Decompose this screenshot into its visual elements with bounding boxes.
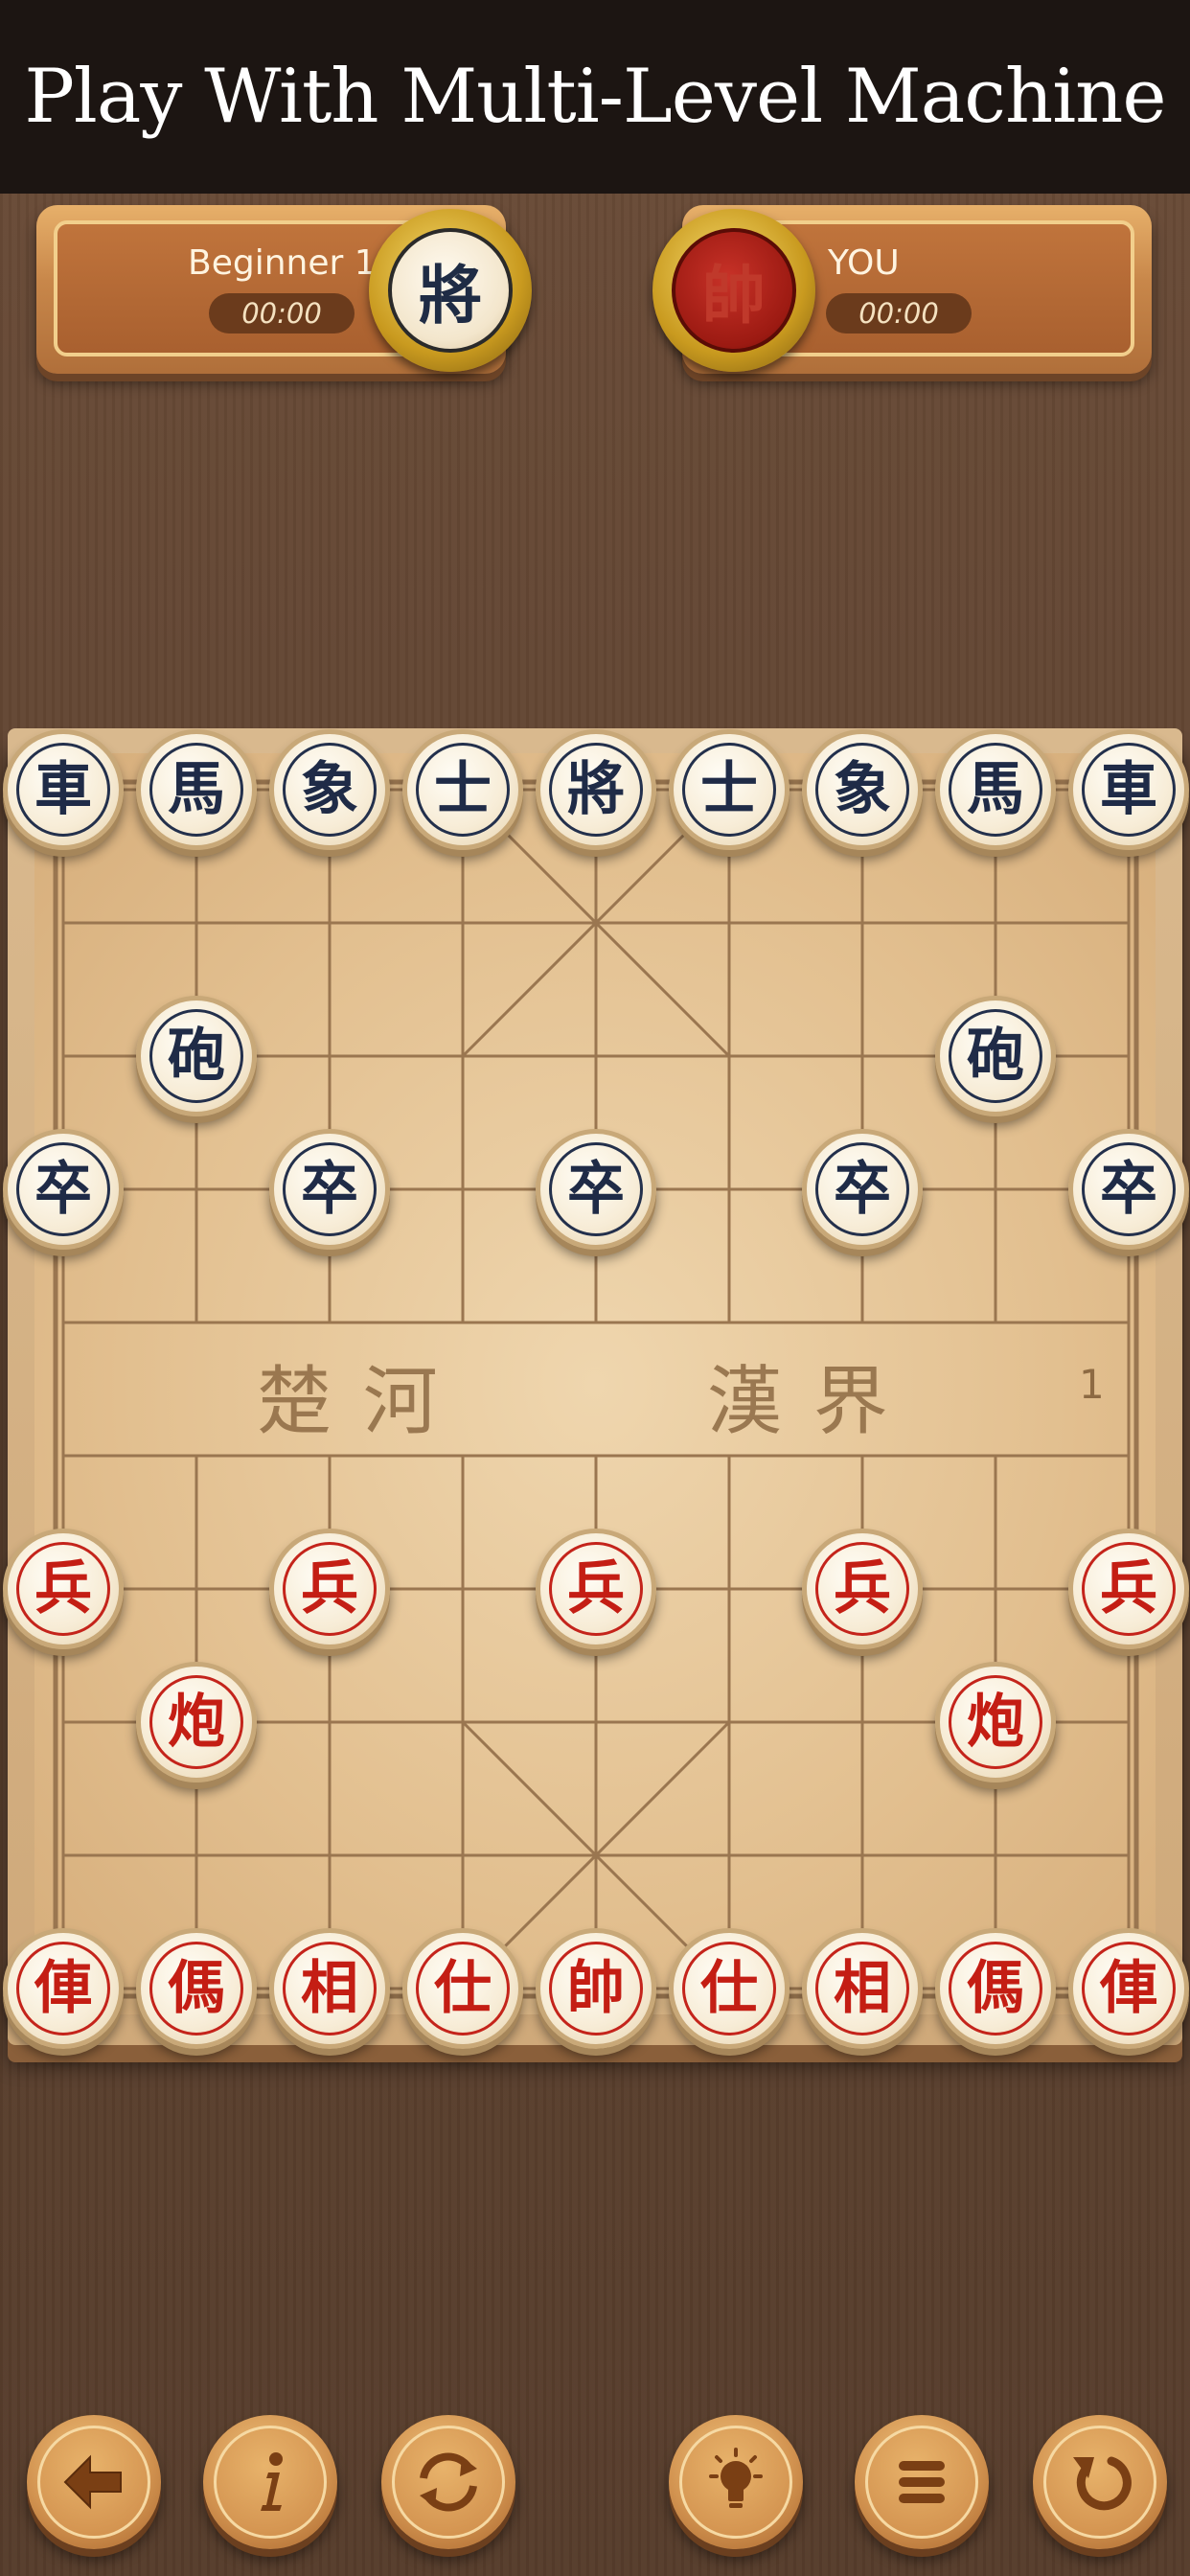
piece-black[interactable]: 卒 — [802, 1129, 923, 1250]
piece-char: 將 — [567, 756, 625, 823]
piece-char: 卒 — [34, 1156, 92, 1223]
river-left-text: 楚 河 — [257, 1359, 442, 1445]
piece-black[interactable]: 士 — [402, 729, 523, 850]
piece-char: 象 — [301, 756, 358, 823]
piece-black[interactable]: 卒 — [1068, 1129, 1189, 1250]
piece-char: 兵 — [301, 1555, 358, 1622]
river-right-text: 漢 界 — [707, 1359, 892, 1445]
back-button-face — [37, 2426, 150, 2539]
board-grid — [53, 779, 1139, 1999]
info-button[interactable] — [203, 2415, 337, 2549]
piece-char: 炮 — [168, 1689, 225, 1756]
piece-char: 象 — [834, 756, 891, 823]
piece-char: 帥 — [567, 1955, 625, 2022]
piece-char: 士 — [700, 756, 758, 823]
player-avatar-piece: 帥 — [672, 228, 796, 353]
piece-red[interactable]: 炮 — [935, 1662, 1056, 1782]
piece-red[interactable]: 俥 — [1068, 1928, 1189, 2049]
piece-red[interactable]: 兵 — [536, 1529, 656, 1649]
piece-char: 相 — [834, 1955, 891, 2022]
move-count: 1 — [1079, 1361, 1105, 1408]
opponent-avatar: 將 — [369, 209, 532, 372]
opponent-timer: 00:00 — [209, 293, 355, 334]
piece-char: 兵 — [34, 1555, 92, 1622]
piece-black[interactable]: 士 — [669, 729, 790, 850]
player-timer: 00:00 — [826, 293, 972, 334]
piece-char: 卒 — [834, 1156, 891, 1223]
piece-black[interactable]: 馬 — [136, 729, 257, 850]
piece-char: 卒 — [567, 1156, 625, 1223]
xiangqi-board[interactable]: 楚 河 漢 界 1 車 馬 象 士 將 士 象 馬 車砲 砲卒 卒 卒 卒 卒兵 兵 兵 兵 兵炮 炮俥 傌 相 仕 帥 仕 相… — [3, 728, 1189, 2049]
piece-char: 卒 — [301, 1156, 358, 1223]
piece-black[interactable]: 象 — [269, 729, 390, 850]
piece-char: 車 — [1100, 756, 1157, 823]
piece-black[interactable]: 卒 — [3, 1129, 124, 1250]
opponent-name: Beginner 1 — [188, 243, 377, 283]
hint-button[interactable] — [669, 2415, 803, 2549]
info-icon — [261, 2452, 283, 2511]
piece-char: 砲 — [168, 1023, 225, 1090]
menu-button[interactable] — [855, 2415, 989, 2549]
opponent-avatar-piece: 將 — [388, 228, 513, 353]
player-avatar: 帥 — [652, 209, 815, 372]
piece-char: 俥 — [1100, 1955, 1157, 2022]
piece-char: 卒 — [1100, 1156, 1157, 1223]
piece-red[interactable]: 兵 — [1068, 1529, 1189, 1649]
lightbulb-icon — [709, 2448, 763, 2508]
piece-red[interactable]: 相 — [802, 1928, 923, 2049]
arrow-left-icon — [63, 2454, 122, 2510]
piece-char: 兵 — [1100, 1555, 1157, 1622]
piece-red[interactable]: 相 — [269, 1928, 390, 2049]
undo-button-face — [1043, 2426, 1156, 2539]
piece-black[interactable]: 車 — [3, 729, 124, 850]
piece-red[interactable]: 仕 — [669, 1928, 790, 2049]
piece-red[interactable]: 俥 — [3, 1928, 124, 2049]
swap-icon — [420, 2452, 477, 2512]
swap-button[interactable] — [381, 2415, 515, 2549]
piece-char: 仕 — [434, 1955, 492, 2022]
piece-char: 傌 — [967, 1955, 1024, 2022]
piece-black[interactable]: 車 — [1068, 729, 1189, 850]
piece-red[interactable]: 兵 — [269, 1529, 390, 1649]
piece-red[interactable]: 傌 — [136, 1928, 257, 2049]
piece-black[interactable]: 馬 — [935, 729, 1056, 850]
info-button-face — [214, 2426, 327, 2539]
piece-char: 馬 — [168, 756, 225, 823]
piece-char: 砲 — [967, 1023, 1024, 1090]
piece-black[interactable]: 砲 — [935, 996, 1056, 1116]
piece-char: 馬 — [967, 756, 1024, 823]
piece-char: 炮 — [967, 1689, 1024, 1756]
piece-char: 兵 — [834, 1555, 891, 1622]
hint-button-face — [679, 2426, 792, 2539]
piece-red[interactable]: 仕 — [402, 1928, 523, 2049]
menu-button-face — [865, 2426, 978, 2539]
piece-black[interactable]: 象 — [802, 729, 923, 850]
piece-char: 相 — [301, 1955, 358, 2022]
piece-char: 車 — [34, 756, 92, 823]
piece-char: 傌 — [168, 1955, 225, 2022]
player-name: YOU — [828, 243, 900, 283]
piece-char: 仕 — [700, 1955, 758, 2022]
piece-char: 兵 — [567, 1555, 625, 1622]
piece-red[interactable]: 炮 — [136, 1662, 257, 1782]
piece-black[interactable]: 卒 — [536, 1129, 656, 1250]
piece-red[interactable]: 帥 — [536, 1928, 656, 2049]
undo-button[interactable] — [1033, 2415, 1167, 2549]
undo-icon — [1073, 2456, 1132, 2511]
piece-black[interactable]: 將 — [536, 729, 656, 850]
piece-red[interactable]: 傌 — [935, 1928, 1056, 2049]
swap-button-face — [392, 2426, 505, 2539]
piece-red[interactable]: 兵 — [802, 1529, 923, 1649]
piece-char: 俥 — [34, 1955, 92, 2022]
piece-char: 士 — [434, 756, 492, 823]
menu-icon — [899, 2461, 945, 2503]
banner-title: Play With Multi-Level Machine — [24, 54, 1166, 140]
piece-black[interactable]: 砲 — [136, 996, 257, 1116]
piece-red[interactable]: 兵 — [3, 1529, 124, 1649]
title-banner: Play With Multi-Level Machine — [0, 0, 1190, 194]
piece-black[interactable]: 卒 — [269, 1129, 390, 1250]
back-button[interactable] — [27, 2415, 161, 2549]
